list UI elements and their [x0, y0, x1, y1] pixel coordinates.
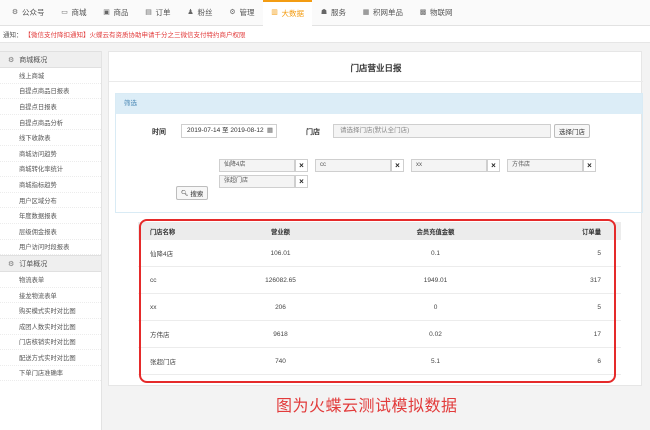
sidebar-item[interactable]: 自提点日报表: [0, 99, 101, 115]
sidebar-item[interactable]: 成团人数实时对比图: [0, 319, 101, 335]
select-store-button[interactable]: 选择门店: [554, 124, 590, 138]
calendar-icon[interactable]: ▦: [267, 125, 273, 137]
sidebar-item[interactable]: 层级佣金报表: [0, 224, 101, 240]
page-title: 门店营业日报: [350, 63, 402, 73]
sidebar-item[interactable]: 年度数据报表: [0, 208, 101, 224]
document-icon: ▤: [145, 8, 152, 16]
sidebar-item[interactable]: 购买模式实时对比图: [0, 303, 101, 319]
sidebar-item[interactable]: 商城转化率统计: [0, 162, 101, 178]
user-icon: ♟: [187, 8, 194, 16]
remove-tag-icon[interactable]: ×: [487, 159, 500, 172]
notice-text[interactable]: 【微信支付降扣通知】火蝶云有资质协助申请千分之三微信支付特约商户权限: [25, 29, 246, 39]
sidebar-group-title: 订单概况: [19, 260, 48, 268]
search-button-label: 搜索: [190, 191, 204, 198]
time-label: 时间: [152, 129, 166, 136]
gear-icon: ⚙: [8, 260, 15, 268]
nav-item-4[interactable]: ♟ 粉丝: [179, 0, 221, 26]
monitor-icon: ▭: [61, 8, 68, 16]
title-divider: [109, 81, 643, 82]
sidebar-group-title: 商城概况: [19, 56, 48, 64]
nav-item-5[interactable]: ⚙ 管理: [221, 0, 263, 26]
nav-item-7[interactable]: ☗ 服务: [312, 0, 354, 26]
store-tag: xx: [411, 159, 487, 172]
sidebar-item[interactable]: 商城指标趋势: [0, 177, 101, 193]
remove-tag-icon[interactable]: ×: [295, 175, 308, 188]
sidebar-item[interactable]: 物流表单: [0, 272, 101, 288]
nav-item-2[interactable]: ▣ 商品: [95, 0, 137, 26]
nav-item-9[interactable]: ▩ 物联网: [411, 0, 461, 26]
date-range-input[interactable]: 2019-07-14 至 2019-08-12 ▦: [181, 124, 277, 138]
highlight-box: [139, 219, 616, 383]
caption-text: 图为火蝶云测试模拟数据: [276, 398, 458, 415]
sidebar-item[interactable]: 商城访问趋势: [0, 146, 101, 162]
date-range-value: 2019-07-14 至 2019-08-12: [187, 127, 264, 134]
sidebar-item[interactable]: 用户区域分布: [0, 193, 101, 209]
sidebar-group-0[interactable]: ⚙ 商城概况: [0, 51, 101, 68]
nav-label: 物联网: [430, 8, 453, 17]
nav-label: 商城: [71, 8, 87, 17]
remove-tag-icon[interactable]: ×: [583, 159, 596, 172]
sidebar-item[interactable]: 配送方式实时对比图: [0, 350, 101, 366]
nav-label: 订单: [155, 8, 171, 17]
store-select-input[interactable]: 请选择门店(默认全门店): [333, 124, 551, 138]
box-icon: ▣: [103, 8, 110, 16]
filter-title: 筛选: [116, 94, 642, 114]
remove-tag-icon[interactable]: ×: [391, 159, 404, 172]
sidebar-item[interactable]: 自提点商品分析: [0, 115, 101, 131]
sidebar-item[interactable]: 自提点商品日报表: [0, 84, 101, 100]
sidebar-item[interactable]: 线上商城: [0, 68, 101, 84]
search-icon: 🔍︎: [180, 190, 189, 197]
nav-label: 商品: [113, 8, 129, 17]
store-tag: 张超门店: [219, 175, 295, 188]
search-button[interactable]: 🔍︎ 搜索: [176, 186, 208, 200]
nav-label: 粉丝: [197, 8, 213, 17]
sidebar-group-1[interactable]: ⚙ 订单概况: [0, 255, 101, 273]
sidebar: ⚙ 商城概况线上商城 自提点商品日报表 自提点日报表 自提点商品分析 线下收款表 商城访问趋…: [0, 51, 102, 430]
remove-tag-icon[interactable]: ×: [295, 159, 308, 172]
sidebar-item[interactable]: 门店核销实时对比图: [0, 335, 101, 351]
nav-label: 大数据: [281, 8, 305, 18]
nav-label: 公众号: [22, 8, 45, 17]
nav-label: 服务: [331, 8, 346, 17]
nav-item-6[interactable]: ▥ 大数据: [262, 0, 312, 26]
notice-bar: 通知： 【微信支付降扣通知】火蝶云有资质协助申请千分之三微信支付特约商户权限: [0, 26, 650, 43]
nav-item-0[interactable]: ⚙ 公众号: [3, 0, 53, 26]
top-nav: ⚙ 公众号 ▭ 商城 ▣ 商品 ▤ 订单 ♟ 粉丝 ⚙ 管理 ▥ 大数据 ☗ 服务 ▦ 积网单品 ▩ 物联网: [0, 0, 650, 26]
nav-item-8[interactable]: ▦ 积网单品: [354, 0, 411, 26]
cart-icon: ▦: [362, 8, 370, 16]
store-tag: 仙降4店: [219, 159, 295, 172]
store-tag: 方伟店: [507, 159, 583, 172]
notice-label: 通知：: [3, 32, 23, 39]
nav-item-3[interactable]: ▤ 订单: [137, 0, 179, 26]
gear-icon: ⚙: [11, 8, 19, 16]
sidebar-item[interactable]: 线下收款表: [0, 130, 101, 146]
filter-panel: 筛选 时间 2019-07-14 至 2019-08-12 ▦ 门店 请选择门店…: [115, 93, 643, 213]
sidebar-item[interactable]: 接龙物流表单: [0, 288, 101, 304]
grid-icon: ▩: [419, 8, 427, 16]
chart-icon: ▥: [271, 9, 278, 16]
store-label: 门店: [306, 129, 320, 136]
gear-icon: ⚙: [8, 56, 15, 64]
nav-label: 管理: [239, 8, 255, 17]
service-icon: ☗: [320, 8, 328, 16]
settings-icon: ⚙: [229, 8, 236, 16]
sidebar-item[interactable]: 用户访问时段报表: [0, 240, 101, 256]
sidebar-item[interactable]: 下单门店准确率: [0, 366, 101, 382]
store-tag: cc: [315, 159, 391, 172]
nav-item-1[interactable]: ▭ 商城: [53, 0, 95, 26]
nav-label: 积网单品: [373, 8, 403, 17]
